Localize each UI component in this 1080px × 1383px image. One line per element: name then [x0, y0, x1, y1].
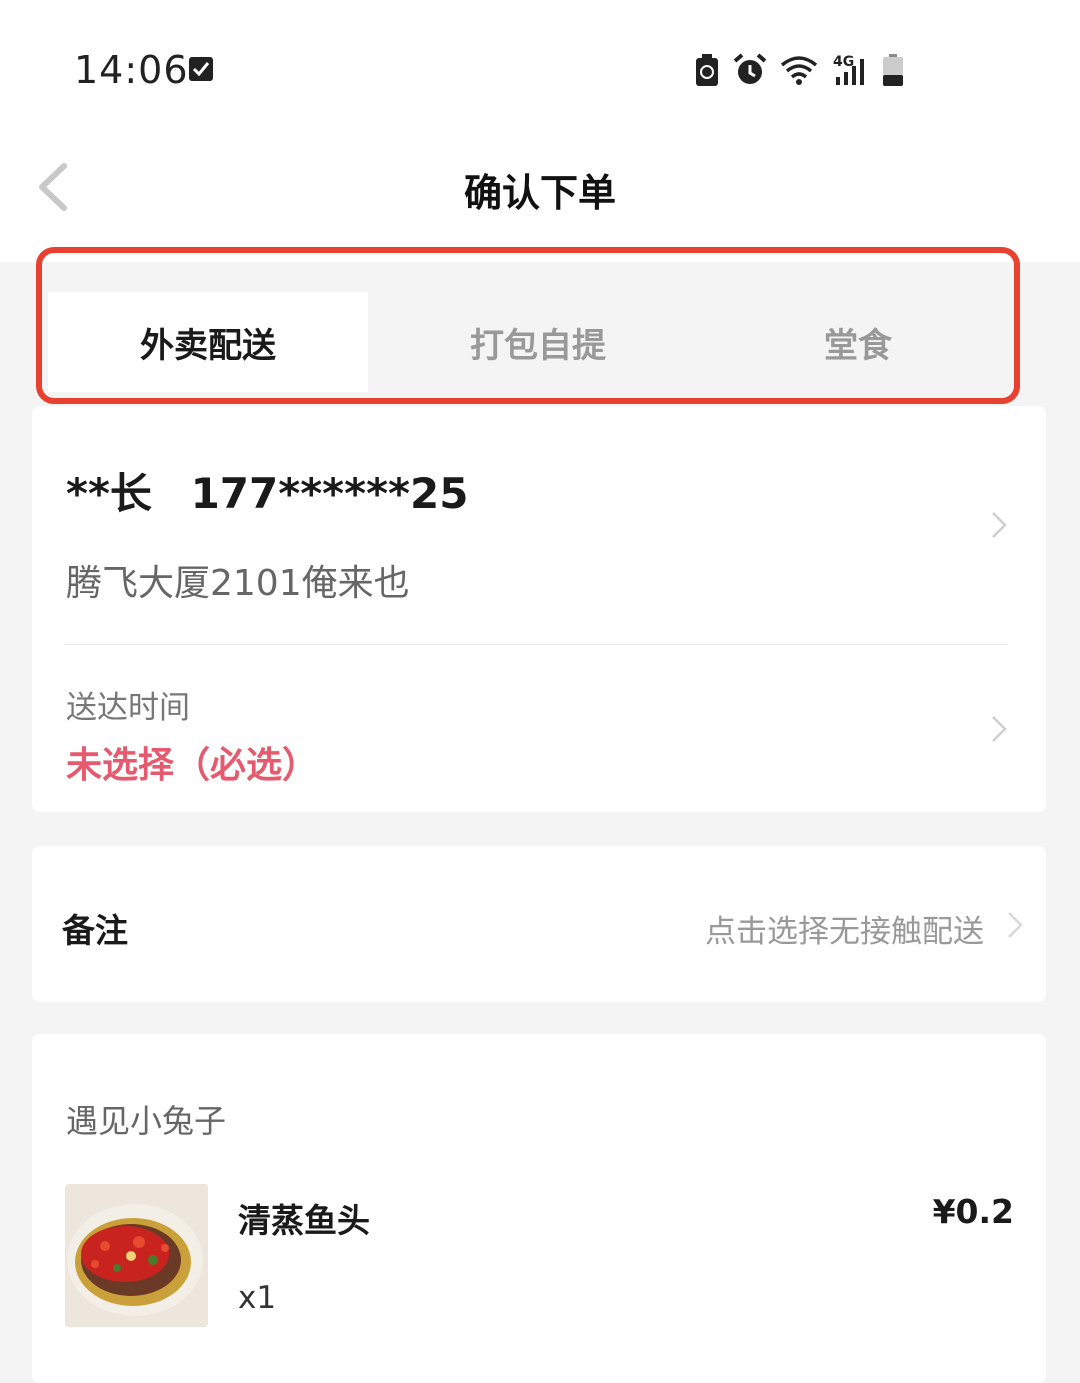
divider — [64, 644, 1008, 645]
status-bar: 14:06 4G — [0, 30, 1080, 110]
address-card[interactable]: **长 177******25 腾飞大厦2101俺来也 送达时间 未选择（必选） — [32, 406, 1046, 812]
order-card: 遇见小兔子 清蒸鱼头 x1 ¥0.2 — [32, 1034, 1046, 1383]
status-time: 14:06 — [74, 48, 189, 92]
network-label: 4G — [833, 54, 854, 70]
chevron-right-icon[interactable] — [990, 714, 1008, 744]
delivery-time-label: 送达时间 — [66, 690, 190, 726]
contact-info: **长 177******25 — [66, 460, 468, 521]
checkbox-icon — [189, 57, 213, 81]
status-icons: 4G — [694, 50, 904, 90]
remark-card[interactable]: 备注 点击选择无接触配送 — [32, 846, 1046, 1002]
top-area: 14:06 4G 确认下单 — [0, 0, 1080, 262]
remark-label: 备注 — [62, 911, 128, 950]
delivery-address: 腾飞大厦2101俺来也 — [66, 563, 410, 604]
shop-name: 遇见小兔子 — [66, 1102, 227, 1140]
dish-name: 清蒸鱼头 — [238, 1201, 370, 1240]
delivery-time-value[interactable]: 未选择（必选） — [66, 736, 318, 788]
4g-signal-icon: 4G — [833, 54, 864, 85]
tabs-highlight-outline — [36, 247, 1020, 404]
dish-image — [65, 1184, 208, 1327]
dish-quantity: x1 — [238, 1280, 277, 1316]
recipient-name: **长 — [66, 469, 152, 518]
chevron-right-icon — [992, 512, 1007, 538]
battery-icon — [883, 54, 903, 86]
recipient-phone: 177******25 — [190, 469, 469, 518]
wifi-icon — [780, 56, 818, 85]
alarm-icon — [733, 53, 767, 84]
remark-value[interactable]: 点击选择无接触配送 — [705, 906, 984, 951]
chevron-right-icon — [1008, 912, 1023, 938]
battery-saver-icon — [696, 54, 718, 86]
page-title: 确认下单 — [463, 171, 616, 215]
dish-price: ¥0.2 — [932, 1192, 1014, 1231]
